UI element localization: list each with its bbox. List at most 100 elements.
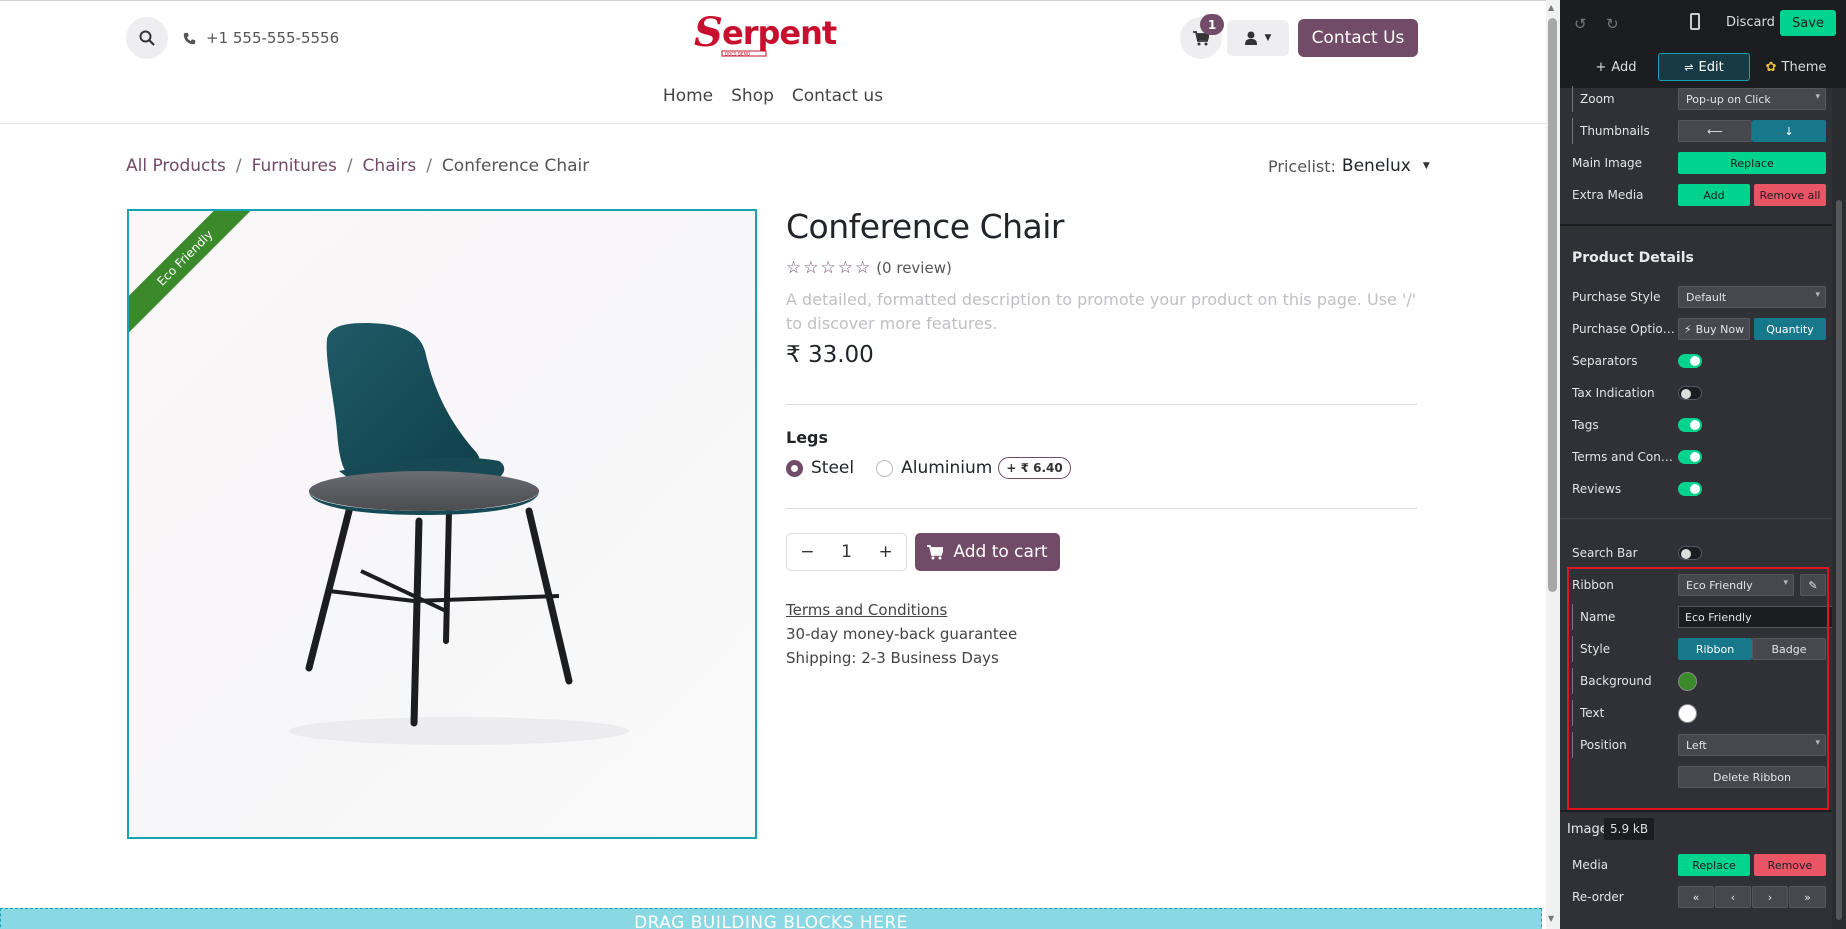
variant-radio-aluminium[interactable] <box>876 459 894 477</box>
editor-toolbar: ↺ ↻ Discard Save <box>1560 0 1846 46</box>
extra-media-add-button[interactable]: Add <box>1678 184 1750 206</box>
tags-toggle[interactable] <box>1678 418 1702 432</box>
website-preview: +1 555-555-5556 S erpent DOCS DEMO 1 ▼ C… <box>0 0 1546 929</box>
logo-tagline: DOCS DEMO <box>725 52 750 57</box>
breadcrumb-furnitures[interactable]: Furnitures <box>252 156 337 176</box>
user-menu-button[interactable]: ▼ <box>1227 20 1289 56</box>
redo-icon[interactable]: ↻ <box>1606 15 1619 33</box>
purchase-style-select[interactable]: Default <box>1678 286 1826 308</box>
caret-down-icon: ▼ <box>1264 33 1272 43</box>
shipping-text: Shipping: 2-3 Business Days <box>786 649 999 667</box>
caret-down-icon: ▼ <box>1422 161 1430 171</box>
product-rating[interactable]: ☆☆☆☆☆ (0 review) <box>786 258 952 278</box>
building-blocks-dropzone[interactable]: DRAG BUILDING BLOCKS HERE <box>0 908 1542 929</box>
search-icon <box>139 30 155 46</box>
header-phone[interactable]: +1 555-555-5556 <box>183 29 339 47</box>
separator <box>786 404 1417 405</box>
terms-link[interactable]: Terms and Conditions <box>786 598 1017 622</box>
breadcrumb-all-products[interactable]: All Products <box>126 156 226 176</box>
breadcrumb-current: Conference Chair <box>441 156 590 176</box>
extra-media-remove-button[interactable]: Remove all <box>1754 184 1826 206</box>
option-separators: Separators <box>1560 348 1830 374</box>
nav-item-home[interactable]: Home <box>663 84 713 108</box>
reorder-last-button[interactable]: » <box>1789 886 1826 908</box>
plus-icon[interactable]: + <box>878 542 892 562</box>
zoom-select[interactable]: Pop-up on Click <box>1678 88 1826 110</box>
contact-us-button[interactable]: Contact Us <box>1298 19 1418 57</box>
tree-line <box>1572 118 1573 144</box>
option-purchase-options: Purchase Options ⚡ Buy Now Quantity <box>1560 316 1830 342</box>
thumbnails-left-button[interactable]: ⟵ <box>1678 120 1752 142</box>
bolt-icon: ⚡ <box>1683 322 1692 336</box>
add-to-cart-label: Add to cart <box>953 542 1048 562</box>
option-label: Main Image <box>1572 156 1643 170</box>
buy-now-button[interactable]: ⚡ Buy Now <box>1678 318 1750 340</box>
tree-line <box>1572 86 1573 112</box>
thumbnails-bottom-button[interactable]: ↓ <box>1752 120 1826 142</box>
add-to-cart-button[interactable]: Add to cart <box>915 533 1060 571</box>
option-reviews: Reviews <box>1560 476 1830 502</box>
reorder-first-button[interactable]: « <box>1678 886 1714 908</box>
header-divider <box>0 123 1546 124</box>
undo-icon[interactable]: ↺ <box>1574 15 1587 33</box>
breadcrumb-chairs[interactable]: Chairs <box>363 156 417 176</box>
media-remove-button[interactable]: Remove <box>1754 854 1826 876</box>
option-terms: Terms and Conditi... <box>1560 444 1830 470</box>
variant-label-steel[interactable]: Steel <box>811 458 854 478</box>
option-label: Tags <box>1572 418 1599 432</box>
site-logo[interactable]: S erpent DOCS DEMO <box>690 9 850 60</box>
reorder-prev-button[interactable]: ‹ <box>1715 886 1751 908</box>
media-replace-button[interactable]: Replace <box>1678 854 1750 876</box>
variant-radio-steel[interactable] <box>786 459 803 477</box>
quantity-value[interactable]: 1 <box>841 542 852 562</box>
option-search-bar: Search Bar <box>1560 540 1830 566</box>
product-terms: Terms and Conditions 30-day money-back g… <box>786 598 1017 670</box>
option-tax-indication: Tax Indication <box>1560 380 1830 406</box>
scroll-down-icon[interactable]: ▼ <box>1548 914 1554 923</box>
main-image-replace-button[interactable]: Replace <box>1678 152 1826 174</box>
cart-count-badge: 1 <box>1200 14 1224 35</box>
top-border <box>0 0 1546 1</box>
breadcrumb-separator: / <box>426 156 432 176</box>
mobile-preview-icon[interactable] <box>1690 13 1700 30</box>
product-image[interactable]: Eco Friendly <box>127 209 757 839</box>
search-bar-toggle[interactable] <box>1678 546 1702 560</box>
chair-illustration <box>289 323 629 745</box>
tab-edit-label: Edit <box>1698 59 1724 75</box>
separators-toggle[interactable] <box>1678 354 1702 368</box>
panel-scrollbar-thumb[interactable] <box>1836 200 1842 920</box>
breadcrumb-separator: / <box>235 156 242 176</box>
plus-icon: + <box>1595 59 1607 75</box>
tab-theme-label: Theme <box>1781 59 1827 75</box>
search-button[interactable] <box>126 17 168 59</box>
nav-item-contact[interactable]: Contact us <box>792 84 883 108</box>
reorder-next-button[interactable]: › <box>1752 886 1788 908</box>
option-label: Tax Indication <box>1572 386 1655 400</box>
discard-button[interactable]: Discard <box>1726 15 1775 30</box>
tab-add[interactable]: + Add <box>1580 53 1652 81</box>
separator <box>786 508 1417 509</box>
terms-toggle[interactable] <box>1678 450 1702 464</box>
nav-item-shop[interactable]: Shop <box>731 84 774 108</box>
product-description-placeholder[interactable]: A detailed, formatted description to pro… <box>786 288 1426 336</box>
pricelist-label: Pricelist: <box>1268 156 1336 176</box>
option-label: Search Bar <box>1572 546 1638 560</box>
section-divider <box>1560 810 1846 812</box>
tab-edit[interactable]: ⇌ Edit <box>1658 53 1750 81</box>
reviews-toggle[interactable] <box>1678 482 1702 496</box>
quantity-option-button[interactable]: Quantity <box>1754 318 1826 340</box>
tax-indication-toggle[interactable] <box>1678 386 1702 400</box>
guarantee-text: 30-day money-back guarantee <box>786 625 1018 643</box>
attribute-label: Legs <box>786 428 829 447</box>
product-details-title: Product Details <box>1572 250 1694 266</box>
pricelist-dropdown[interactable]: Pricelist: Benelux ▼ <box>1268 156 1430 176</box>
page-scrollbar-thumb[interactable] <box>1548 18 1557 592</box>
variant-label-aluminium[interactable]: Aluminium <box>901 458 992 478</box>
sliders-icon: ⇌ <box>1684 60 1694 74</box>
option-reorder: Re-order « ‹ › » <box>1560 884 1830 910</box>
scroll-up-icon[interactable]: ▲ <box>1548 3 1554 12</box>
tab-theme[interactable]: ✿ Theme <box>1758 53 1834 81</box>
save-button[interactable]: Save <box>1780 10 1836 36</box>
minus-icon[interactable]: − <box>800 542 814 562</box>
product-title: Conference Chair <box>786 207 1064 246</box>
